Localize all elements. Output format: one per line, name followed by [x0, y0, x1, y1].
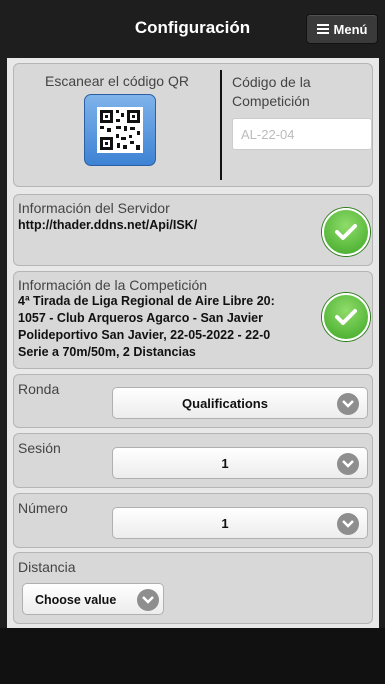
- menu-button-label: Menú: [333, 21, 368, 37]
- menu-icon: [316, 24, 329, 34]
- competition-info-label: Información de la Competición: [18, 277, 208, 293]
- left-edge: [0, 58, 7, 628]
- distancia-select[interactable]: Choose value: [22, 583, 164, 615]
- scan-qr-button[interactable]: [84, 94, 156, 166]
- sesion-field: Sesión 1: [13, 433, 373, 488]
- competition-status-check-icon: [322, 293, 370, 341]
- competition-line: 1057 - Club Arqueros Agarco - San Javier: [18, 311, 263, 325]
- check-icon: [335, 309, 357, 325]
- competition-code-section: Código de la Competición AL-22-04: [222, 64, 372, 186]
- qr-scan-label: Escanear el código QR: [45, 73, 189, 89]
- distancia-field: Distancia Choose value: [13, 552, 373, 624]
- numero-value: 1: [221, 516, 229, 531]
- sesion-label: Sesión: [18, 440, 61, 456]
- server-info-panel: Información del Servidor http://thader.d…: [13, 194, 373, 266]
- qr-panel: Escanear el código QR Código de la Compe…: [13, 63, 373, 187]
- chevron-down-icon: [337, 513, 359, 535]
- ronda-value: Qualifications: [182, 396, 268, 411]
- competition-line: Serie a 70m/50m, 2 Distancias: [18, 345, 196, 359]
- server-info-label: Información del Servidor: [18, 200, 170, 216]
- ronda-select[interactable]: Qualifications: [112, 387, 368, 419]
- competition-line: Polideportivo San Javier, 22-05-2022 - 2…: [18, 328, 271, 342]
- ronda-field: Ronda Qualifications: [13, 374, 373, 428]
- qr-scan-section: Escanear el código QR: [14, 64, 220, 186]
- distancia-label: Distancia: [18, 559, 76, 575]
- chevron-down-icon: [337, 393, 359, 415]
- settings-content: Escanear el código QR Código de la Compe…: [7, 58, 379, 628]
- chevron-down-icon: [137, 589, 159, 611]
- server-status-check-icon: [322, 208, 370, 256]
- numero-field: Número 1: [13, 493, 373, 548]
- qr-code-icon: [97, 107, 143, 153]
- footer-bar: [0, 628, 385, 684]
- competition-code-label: Código de la Competición: [232, 74, 311, 109]
- competition-details: 4ª Tirada de Liga Regional de Aire Libre…: [18, 293, 320, 361]
- competition-line: 4ª Tirada de Liga Regional de Aire Libre…: [18, 294, 275, 308]
- numero-label: Número: [18, 500, 68, 516]
- competition-info-panel: Información de la Competición 4ª Tirada …: [13, 271, 373, 369]
- numero-select[interactable]: 1: [112, 507, 368, 539]
- distancia-value: Choose value: [35, 593, 117, 607]
- competition-code-input[interactable]: AL-22-04: [232, 118, 372, 150]
- right-edge: [379, 58, 385, 628]
- check-icon: [335, 224, 357, 240]
- sesion-value: 1: [221, 456, 229, 471]
- server-url: http://thader.ddns.net/Api/ISK/: [18, 218, 198, 232]
- top-bar: Configuración Menú: [0, 0, 385, 59]
- sesion-select[interactable]: 1: [112, 447, 368, 479]
- menu-button[interactable]: Menú: [306, 14, 378, 44]
- chevron-down-icon: [337, 453, 359, 475]
- ronda-label: Ronda: [18, 381, 60, 397]
